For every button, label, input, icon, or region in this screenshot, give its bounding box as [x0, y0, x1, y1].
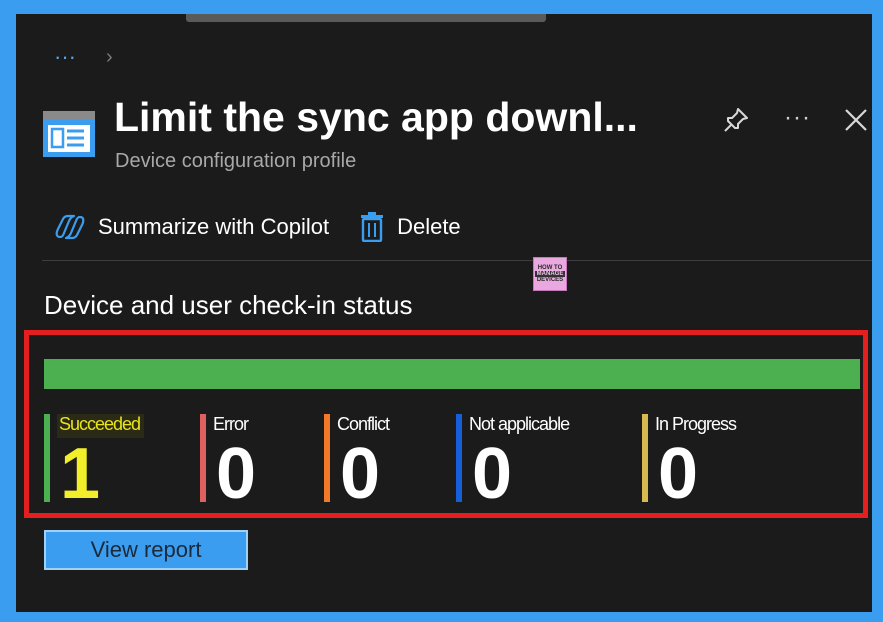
stat-in-progress-value: 0 [658, 434, 699, 514]
command-bar: Summarize with Copilot Delete [54, 212, 461, 242]
checkin-status-title: Device and user check-in status [44, 290, 413, 320]
stat-not-applicable-label: Not applicable [469, 414, 570, 434]
copilot-icon [55, 214, 85, 240]
stat-conflict-bar [324, 414, 330, 502]
stat-conflict-value: 0 [340, 434, 381, 514]
page-subtitle: Device configuration profile [115, 150, 357, 172]
profile-blade: ··· › Limit the sync app downl... Device… [16, 14, 872, 612]
summarize-copilot-label: Summarize with Copilot [98, 214, 330, 239]
howto-manage-devices-logo: HOW TO MANAGE DEVICES [533, 257, 567, 291]
stat-not-applicable-bar [456, 414, 462, 502]
stat-error-value: 0 [216, 434, 257, 514]
stat-error-label: Error [213, 414, 249, 434]
stat-succeeded-value: 1 [60, 434, 101, 514]
trash-icon [361, 212, 384, 242]
delete-label: Delete [397, 214, 461, 239]
stat-error-bar [200, 414, 206, 502]
more-icon[interactable]: ··· [784, 104, 811, 132]
breadcrumb-ellipsis[interactable]: ··· [54, 44, 76, 70]
progress-fill [44, 359, 860, 389]
view-report-button[interactable]: View report [44, 530, 248, 570]
stat-in-progress-bar [642, 414, 648, 502]
page-title: Limit the sync app downl... [114, 94, 638, 140]
checkin-progress-bar [44, 359, 860, 389]
breadcrumb-chevron-icon: › [105, 45, 113, 68]
stat-succeeded-bar [44, 414, 50, 502]
toolbar-divider [42, 260, 872, 261]
stat-in-progress-label: In Progress [655, 414, 737, 434]
close-icon[interactable] [842, 106, 870, 134]
summarize-copilot-button[interactable]: Summarize with Copilot [54, 213, 329, 241]
pin-icon[interactable] [722, 106, 750, 134]
stat-conflict-label: Conflict [337, 414, 390, 434]
delete-button[interactable]: Delete [359, 212, 461, 242]
stat-not-applicable-value: 0 [472, 434, 513, 514]
profile-icon [43, 111, 95, 157]
breadcrumb: ··· › [54, 44, 113, 70]
scrollbar-thumb[interactable] [186, 14, 546, 22]
